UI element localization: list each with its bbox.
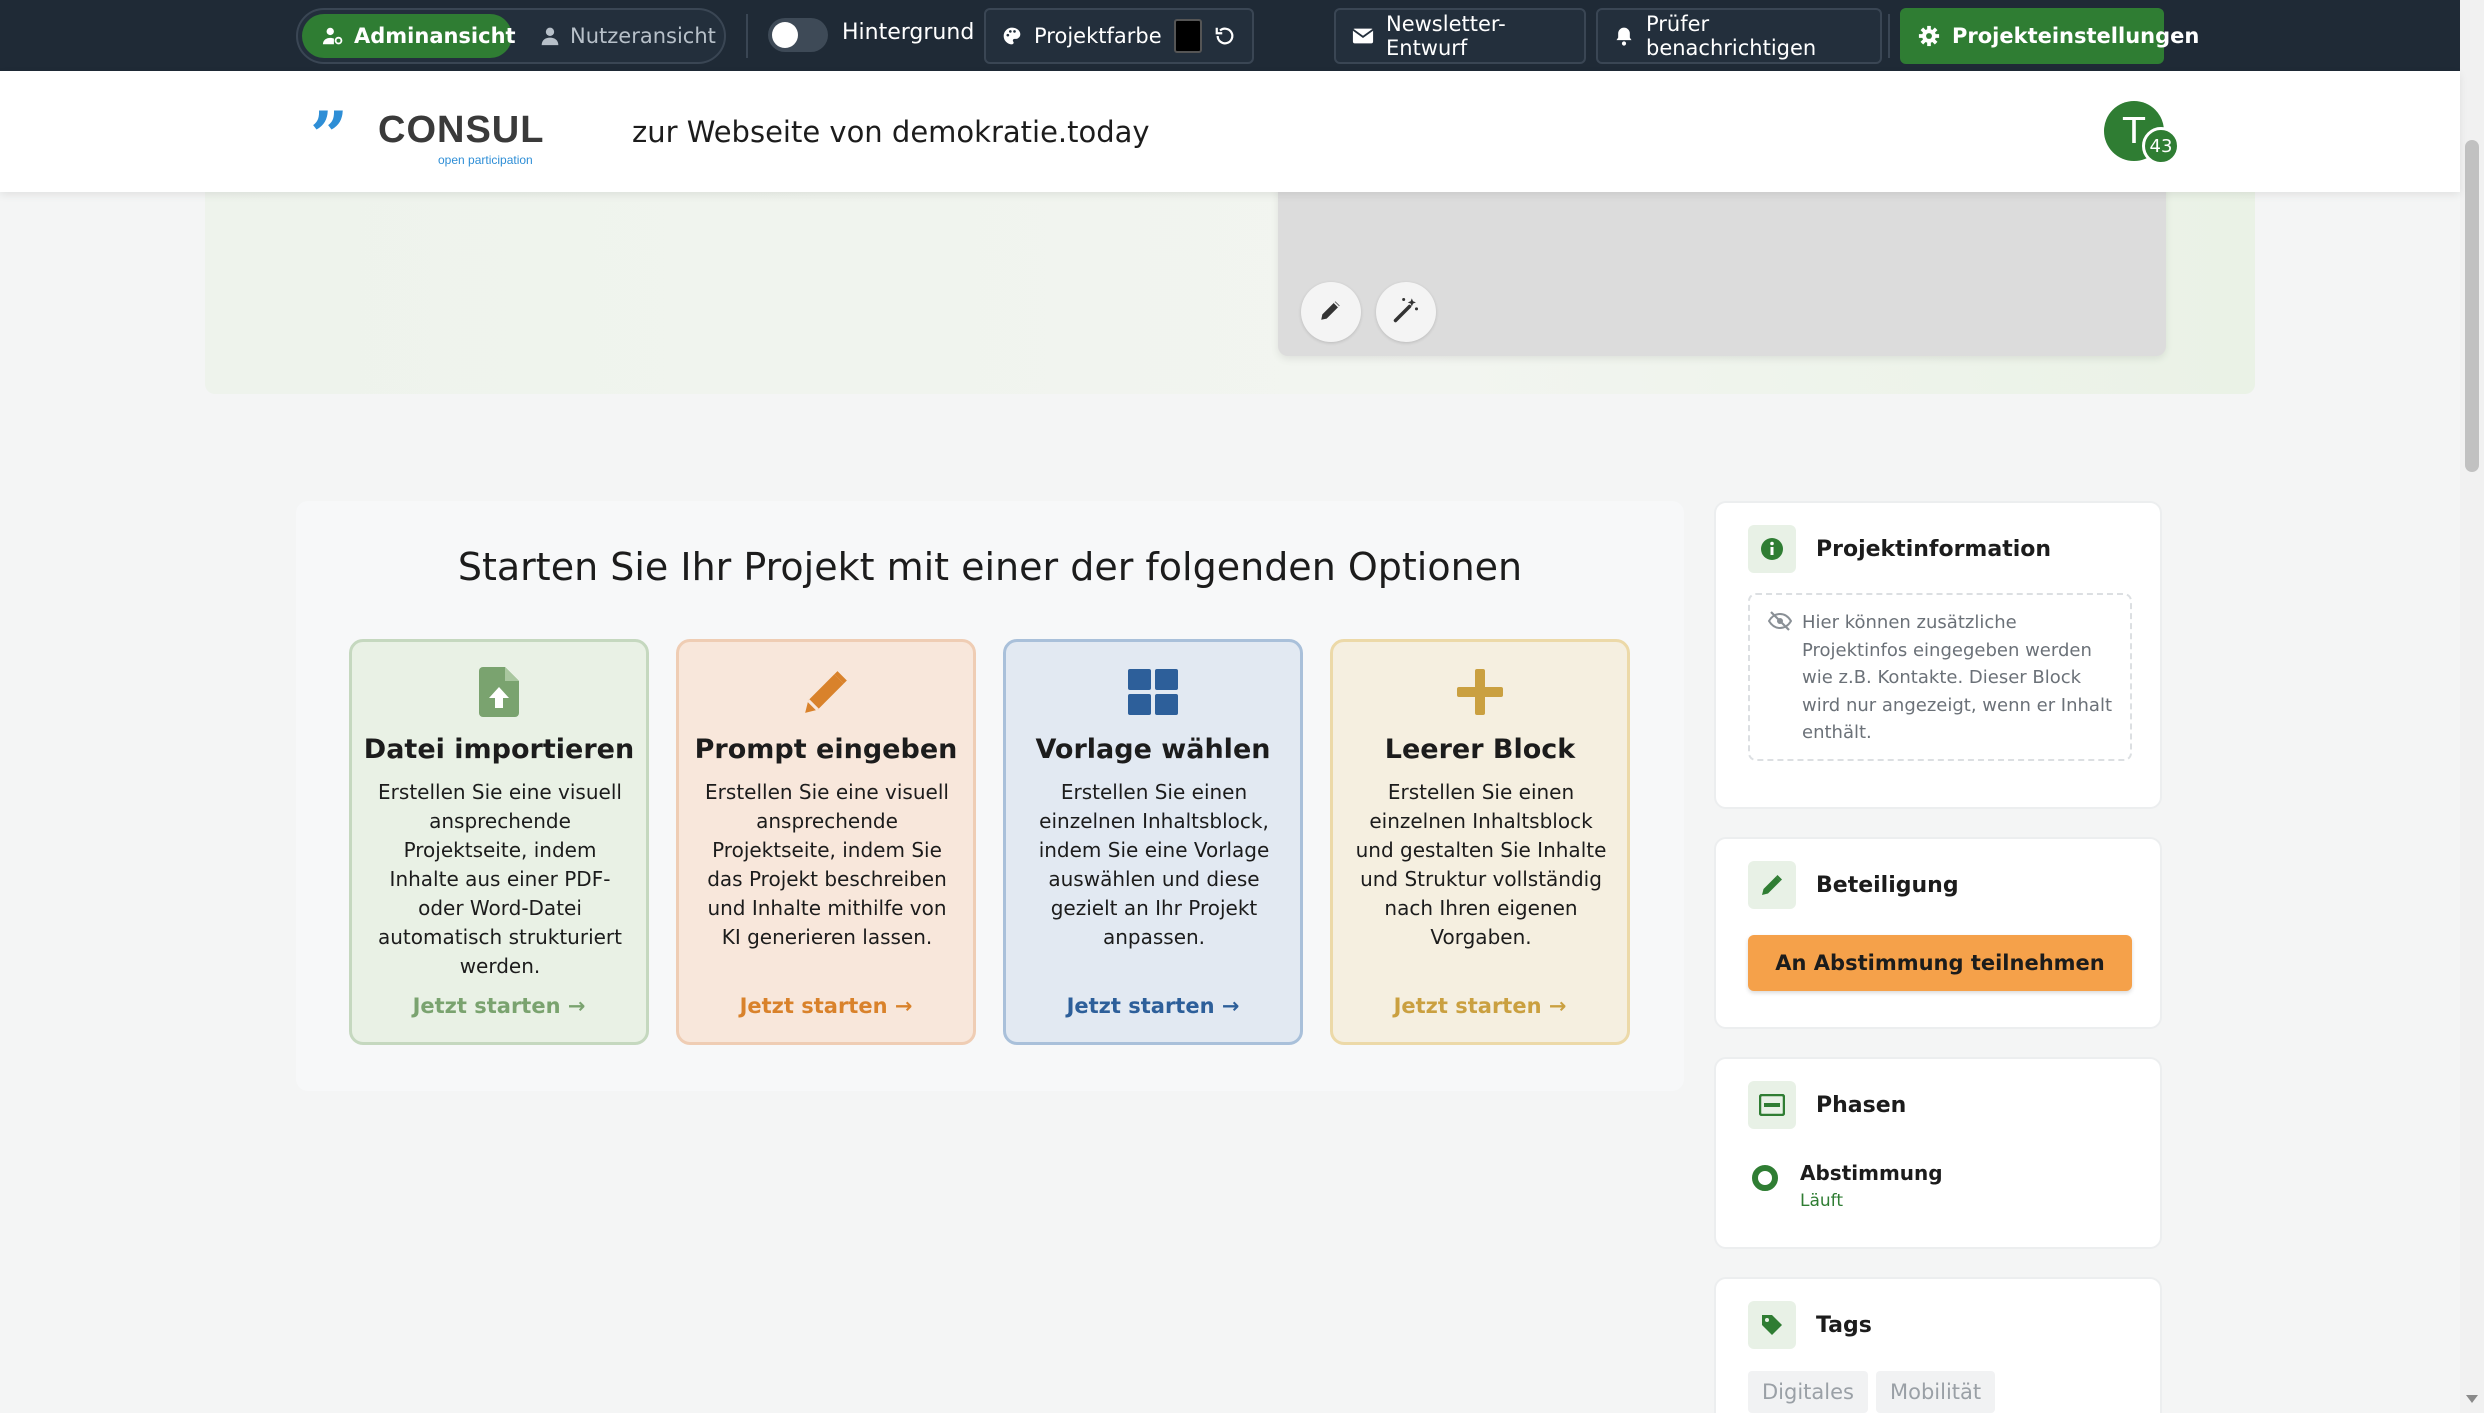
logo-quotes-icon: ” bbox=[310, 97, 348, 175]
option-card-prompt[interactable]: Prompt eingeben Erstellen Sie eine visue… bbox=[676, 639, 976, 1045]
option-card-start-link[interactable]: Jetzt starten → bbox=[679, 994, 973, 1018]
info-icon bbox=[1748, 525, 1796, 573]
option-card-description: Erstellen Sie eine visuell ansprechende … bbox=[377, 780, 622, 978]
tag-item[interactable]: Mobilität bbox=[1876, 1371, 1996, 1413]
project-settings-label: Projekteinstellungen bbox=[1952, 24, 2200, 48]
site-header: ” CONSUL open participation zur Webseite… bbox=[0, 71, 2460, 192]
tag-item[interactable]: Digitales bbox=[1748, 1371, 1868, 1413]
toolbar-divider bbox=[746, 14, 748, 58]
tags-title: Tags bbox=[1816, 1312, 1872, 1338]
user-view-label: Nutzeransicht bbox=[570, 24, 716, 48]
project-settings-button[interactable]: Projekteinstellungen bbox=[1900, 8, 2199, 64]
phases-title: Phasen bbox=[1816, 1092, 1907, 1118]
edit-hero-button[interactable] bbox=[1301, 282, 1361, 342]
start-options-panel: Starten Sie Ihr Projekt mit einer der fo… bbox=[296, 501, 1684, 1091]
option-card-description: Erstellen Sie eine visuell ansprechende … bbox=[705, 780, 949, 949]
project-info-title: Projektinformation bbox=[1816, 536, 2052, 562]
participation-title: Beteiligung bbox=[1816, 872, 1959, 898]
option-card-description: Erstellen Sie einen einzelnen Inhaltsblo… bbox=[1038, 780, 1270, 949]
palette-icon bbox=[1002, 25, 1022, 47]
bell-icon bbox=[1614, 25, 1634, 47]
phase-name[interactable]: Abstimmung bbox=[1800, 1161, 1943, 1185]
newsletter-draft-button[interactable]: Newsletter-Entwurf bbox=[1334, 8, 1586, 64]
page-scrollbar[interactable] bbox=[2460, 0, 2484, 1413]
vote-button[interactable]: An Abstimmung teilnehmen bbox=[1748, 935, 2132, 991]
option-card-empty-block[interactable]: Leerer Block Erstellen Sie einen einzeln… bbox=[1330, 639, 1630, 1045]
logo-subtitle: open participation bbox=[438, 153, 533, 167]
admin-view-label: Adminansicht bbox=[354, 24, 516, 48]
project-info-header: Projektinformation bbox=[1748, 525, 2051, 573]
envelope-icon bbox=[1352, 25, 1374, 47]
option-card-description: Erstellen Sie einen einzelnen Inhaltsblo… bbox=[1355, 780, 1607, 949]
project-info-placeholder[interactable]: Hier können zusätzliche Projektinfos ein… bbox=[1748, 593, 2132, 761]
pencil-icon bbox=[1318, 297, 1344, 327]
user-cog-icon bbox=[322, 25, 344, 47]
newsletter-draft-label: Newsletter-Entwurf bbox=[1386, 12, 1506, 60]
option-card-start-link[interactable]: Jetzt starten → bbox=[1006, 994, 1300, 1018]
project-color-control: Projektfarbe bbox=[984, 8, 1254, 64]
option-card-template[interactable]: Vorlage wählen Erstellen Sie einen einze… bbox=[1003, 639, 1303, 1045]
tags-card: Tags Digitales Mobilität bbox=[1714, 1277, 2162, 1413]
notification-count-badge[interactable]: 43 bbox=[2142, 127, 2180, 165]
gear-icon bbox=[1918, 25, 1940, 47]
phase-active-dot bbox=[1752, 1165, 1778, 1191]
eye-slash-icon bbox=[1767, 611, 1793, 635]
phases-card: Phasen Abstimmung Läuft bbox=[1714, 1057, 2162, 1249]
project-color-swatch[interactable] bbox=[1173, 19, 1202, 53]
option-card-import[interactable]: Datei importieren Erstellen Sie eine vis… bbox=[349, 639, 649, 1045]
tag-icon bbox=[1748, 1301, 1796, 1349]
logo-text: CONSUL bbox=[378, 109, 545, 151]
consul-logo[interactable]: ” CONSUL open participation bbox=[310, 103, 543, 169]
background-toggle-label: Hintergrund bbox=[842, 20, 975, 45]
phases-header: Phasen bbox=[1748, 1081, 1906, 1129]
participation-card: Beteiligung An Abstimmung teilnehmen bbox=[1714, 837, 2162, 1029]
pencil-icon bbox=[1748, 861, 1796, 909]
reset-icon[interactable] bbox=[1214, 25, 1236, 47]
tags-header: Tags bbox=[1748, 1301, 1872, 1349]
toggle-knob bbox=[772, 22, 798, 48]
option-card-title: Datei importieren bbox=[363, 734, 635, 765]
file-upload-icon bbox=[352, 664, 646, 720]
notify-reviewer-button[interactable]: Prüfer benachrichtigen bbox=[1596, 8, 1882, 64]
option-card-title: Leerer Block bbox=[1384, 734, 1576, 765]
ai-generate-button[interactable] bbox=[1376, 282, 1436, 342]
pencil-icon bbox=[679, 664, 973, 720]
option-card-start-link[interactable]: Jetzt starten → bbox=[352, 994, 646, 1018]
project-info-card: Projektinformation Hier können zusätzlic… bbox=[1714, 501, 2162, 809]
website-link[interactable]: zur Webseite von demokratie.today bbox=[632, 115, 1150, 149]
option-card-title: Prompt eingeben bbox=[694, 734, 958, 765]
admin-view-button[interactable]: Adminansicht bbox=[302, 14, 516, 58]
background-toggle[interactable] bbox=[768, 18, 828, 52]
scroll-down-arrow-icon[interactable] bbox=[2466, 1395, 2478, 1403]
plus-icon bbox=[1333, 664, 1627, 720]
participation-header: Beteiligung bbox=[1748, 861, 1959, 909]
toolbar-divider bbox=[1888, 14, 1890, 58]
admin-toolbar: Adminansicht Nutzeransicht Hintergrund P… bbox=[0, 0, 2460, 71]
options-title: Starten Sie Ihr Projekt mit einer der fo… bbox=[457, 545, 1523, 589]
phase-status: Läuft bbox=[1800, 1191, 1844, 1211]
grid-icon bbox=[1006, 664, 1300, 720]
magic-wand-icon bbox=[1392, 296, 1420, 328]
user-icon bbox=[540, 25, 560, 47]
scrollbar-thumb[interactable] bbox=[2465, 140, 2479, 472]
option-card-start-link[interactable]: Jetzt starten → bbox=[1333, 994, 1627, 1018]
project-info-hint: Hier können zusätzliche Projektinfos ein… bbox=[1802, 612, 2113, 743]
view-switch: Adminansicht Nutzeransicht bbox=[296, 8, 726, 64]
notify-reviewer-label: Prüfer benachrichtigen bbox=[1646, 12, 1817, 60]
user-view-button[interactable]: Nutzeransicht bbox=[520, 14, 720, 58]
option-card-title: Vorlage wählen bbox=[1035, 734, 1271, 765]
project-color-label: Projektfarbe bbox=[1034, 24, 1162, 48]
calendar-icon bbox=[1748, 1081, 1796, 1129]
